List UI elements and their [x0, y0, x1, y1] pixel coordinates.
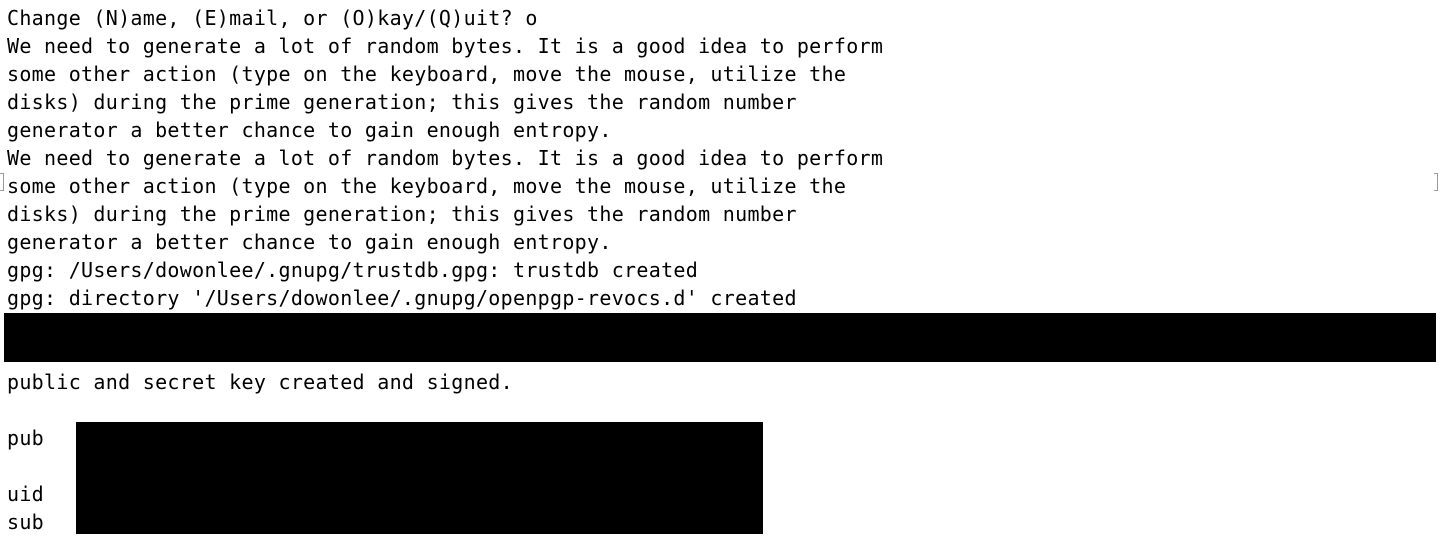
key-label-sub: sub: [7, 510, 45, 534]
terminal-line: disks) during the prime generation; this…: [7, 90, 797, 114]
terminal-line: generator a better chance to gain enough…: [7, 230, 612, 254]
terminal-line: generator a better chance to gain enough…: [7, 118, 612, 142]
terminal-line: gpg: directory '/Users/dowonlee/.gnupg/o…: [7, 286, 797, 310]
terminal-line: some other action (type on the keyboard,…: [7, 174, 847, 198]
terminal-line: We need to generate a lot of random byte…: [7, 146, 884, 170]
right-margin-marker: [1434, 173, 1438, 191]
terminal-line-key-created: public and secret key created and signed…: [7, 370, 513, 394]
redacted-key-details: [76, 422, 763, 534]
terminal-line: gpg: /Users/dowonlee/.gnupg/trustdb.gpg:…: [7, 258, 699, 282]
terminal-line: disks) during the prime generation; this…: [7, 202, 797, 226]
redacted-region: [4, 313, 1436, 362]
key-label-pub: pub: [7, 426, 45, 450]
key-label-uid: uid: [7, 482, 45, 506]
terminal-line: Change (N)ame, (E)mail, or (O)kay/(Q)uit…: [7, 6, 538, 30]
terminal-line: some other action (type on the keyboard,…: [7, 62, 847, 86]
terminal-line: We need to generate a lot of random byte…: [7, 34, 884, 58]
terminal-window[interactable]: Change (N)ame, (E)mail, or (O)kay/(Q)uit…: [0, 0, 1440, 534]
left-margin-marker: [0, 173, 4, 191]
